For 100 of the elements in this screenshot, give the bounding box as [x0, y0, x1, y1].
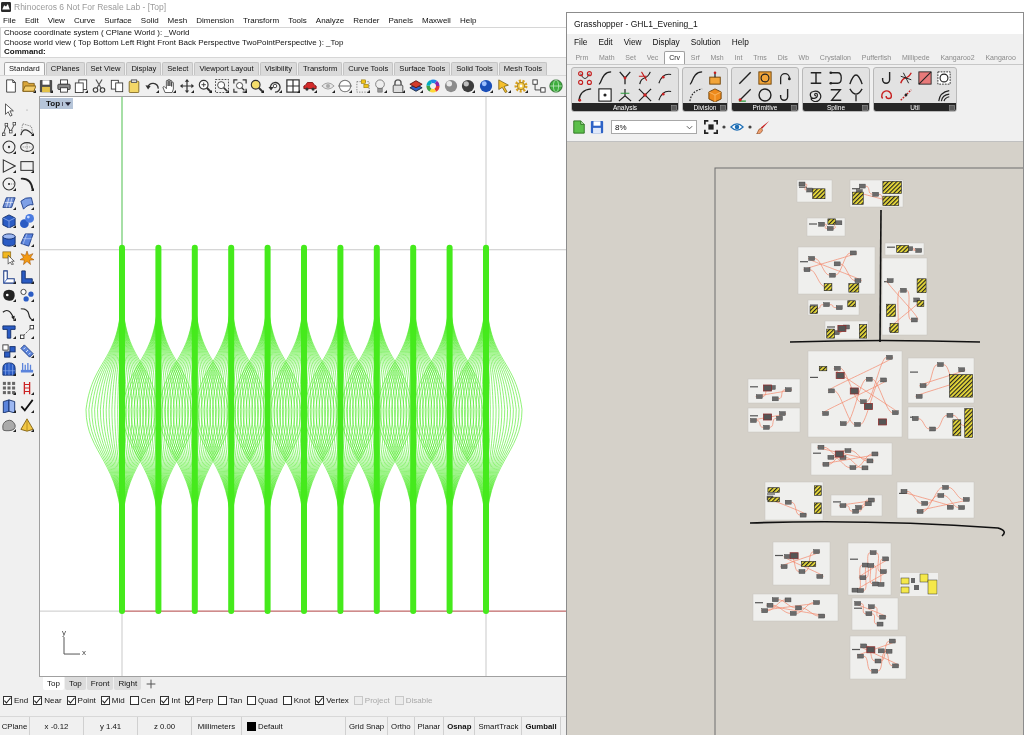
i-beam-icon[interactable]: [809, 70, 823, 85]
dashed-line-icon[interactable]: [898, 87, 913, 102]
polyline-icon[interactable]: [2, 121, 16, 136]
plus-icon[interactable]: [146, 679, 157, 689]
printer-icon[interactable]: [56, 79, 71, 93]
caret-icon[interactable]: [62, 101, 72, 106]
pyramid-icon[interactable]: [20, 417, 34, 432]
four-panes-icon[interactable]: [285, 79, 300, 93]
sphere-icon[interactable]: [479, 79, 494, 93]
zoom-window-icon[interactable]: [215, 79, 230, 93]
stone-icon[interactable]: [2, 417, 16, 432]
new-page-icon[interactable]: [4, 79, 18, 93]
check-icon[interactable]: [20, 399, 34, 413]
move-arrows-icon[interactable]: [179, 79, 194, 93]
menu-item[interactable]: Tools: [288, 15, 307, 25]
fork-icon[interactable]: [849, 87, 863, 102]
hand-icon[interactable]: [162, 79, 177, 93]
cylinder-icon[interactable]: [2, 232, 16, 247]
checkbox[interactable]: [315, 696, 325, 705]
dropdown-icon[interactable]: [748, 125, 752, 129]
cursor-icon[interactable]: [2, 103, 16, 117]
burst-icon[interactable]: [20, 251, 34, 265]
expand-icon[interactable]: [671, 104, 677, 111]
lock-icon[interactable]: [391, 79, 406, 93]
offset-curves-icon[interactable]: [936, 87, 951, 102]
open-file-icon[interactable]: [572, 120, 586, 134]
line-point-icon[interactable]: [738, 87, 752, 102]
curve-icon[interactable]: [598, 70, 612, 85]
command-prompt[interactable]: Command:: [4, 47, 563, 57]
osnap-label[interactable]: Cen: [140, 696, 156, 705]
checkbox[interactable]: [282, 696, 292, 705]
ellipse-icon[interactable]: [20, 140, 34, 154]
curve-icon[interactable]: [20, 306, 34, 321]
ruler-icon[interactable]: [20, 343, 34, 358]
curve-icon[interactable]: [688, 70, 703, 85]
t-beam-icon[interactable]: [2, 325, 16, 339]
control-point-curve-icon[interactable]: [20, 121, 34, 136]
viewport-tab[interactable]: Top: [43, 677, 64, 690]
menu-item[interactable]: File: [574, 37, 588, 47]
surface-grid-icon[interactable]: [2, 195, 16, 210]
menu-item[interactable]: Help: [731, 37, 749, 47]
sphere-icon[interactable]: [461, 79, 476, 93]
circle-square-icon[interactable]: [758, 70, 772, 85]
bulb-icon[interactable]: [373, 79, 388, 93]
brush-icon[interactable]: [756, 120, 770, 134]
checkbox[interactable]: [129, 696, 139, 705]
menu-item[interactable]: Display: [652, 37, 680, 47]
squares-icon[interactable]: [2, 343, 16, 358]
checkbox[interactable]: [66, 696, 76, 705]
surface-icon[interactable]: [20, 195, 34, 210]
folder-icon[interactable]: [21, 79, 36, 93]
viewport-tab[interactable]: Front: [86, 677, 114, 690]
checkbox[interactable]: [100, 696, 110, 705]
color-wheel-icon[interactable]: [426, 79, 441, 93]
menu-item[interactable]: Analyze: [315, 15, 345, 25]
expand-icon[interactable]: [862, 104, 868, 111]
split-curve-icon[interactable]: [638, 70, 652, 85]
expand-icon[interactable]: [949, 104, 955, 111]
menu-item[interactable]: Solid: [140, 15, 159, 25]
menu-item[interactable]: Transform: [242, 15, 280, 25]
spiral-icon[interactable]: [809, 87, 823, 102]
l-shape-icon[interactable]: [2, 269, 16, 284]
bracket-curve-icon[interactable]: [829, 70, 843, 85]
osnap-label[interactable]: Mid: [111, 696, 125, 705]
car-icon[interactable]: [303, 79, 318, 93]
dashed-curve-icon[interactable]: [688, 87, 703, 102]
menu-item[interactable]: Surface: [104, 15, 132, 25]
osnap-label[interactable]: Point: [77, 696, 96, 705]
branch-icon[interactable]: [618, 87, 632, 102]
osnap-label[interactable]: Int: [171, 696, 181, 705]
slashed-curve-icon[interactable]: [898, 70, 913, 85]
cross-icon[interactable]: [638, 87, 652, 102]
menu-item[interactable]: Dimension: [196, 15, 234, 25]
triangle-icon[interactable]: [2, 158, 16, 173]
menu-item[interactable]: Panels: [388, 15, 413, 25]
pin-box-icon[interactable]: [707, 70, 722, 85]
copy-icon[interactable]: [109, 79, 124, 93]
line-icon[interactable]: [738, 70, 752, 85]
zoom-dropdown[interactable]: 8%: [611, 120, 697, 134]
pointer-icon[interactable]: [496, 79, 511, 93]
blob-icon[interactable]: [2, 288, 16, 302]
osnap-label[interactable]: End: [14, 696, 29, 705]
zoom-extents-icon[interactable]: [232, 79, 247, 93]
rectangle-icon[interactable]: [20, 158, 34, 173]
scissors-icon[interactable]: [91, 79, 106, 93]
layers-icon[interactable]: [408, 79, 423, 93]
rotate-icon[interactable]: [267, 79, 282, 93]
pointer-icon[interactable]: [2, 251, 16, 265]
menu-item[interactable]: Render: [353, 15, 380, 25]
menu-item[interactable]: Mesh: [167, 15, 188, 25]
square-point-icon[interactable]: [598, 87, 612, 102]
eye-icon[interactable]: [730, 120, 744, 134]
viewport-tab[interactable]: Right: [114, 677, 142, 690]
checkbox[interactable]: [160, 696, 170, 705]
nodes-icon[interactable]: [531, 79, 546, 93]
menu-item[interactable]: Maxwell: [422, 15, 451, 25]
save-icon[interactable]: [39, 79, 54, 93]
viewport-tab[interactable]: Top: [64, 677, 86, 690]
chevron-down-icon[interactable]: [686, 124, 693, 130]
checkbox[interactable]: [185, 696, 195, 705]
